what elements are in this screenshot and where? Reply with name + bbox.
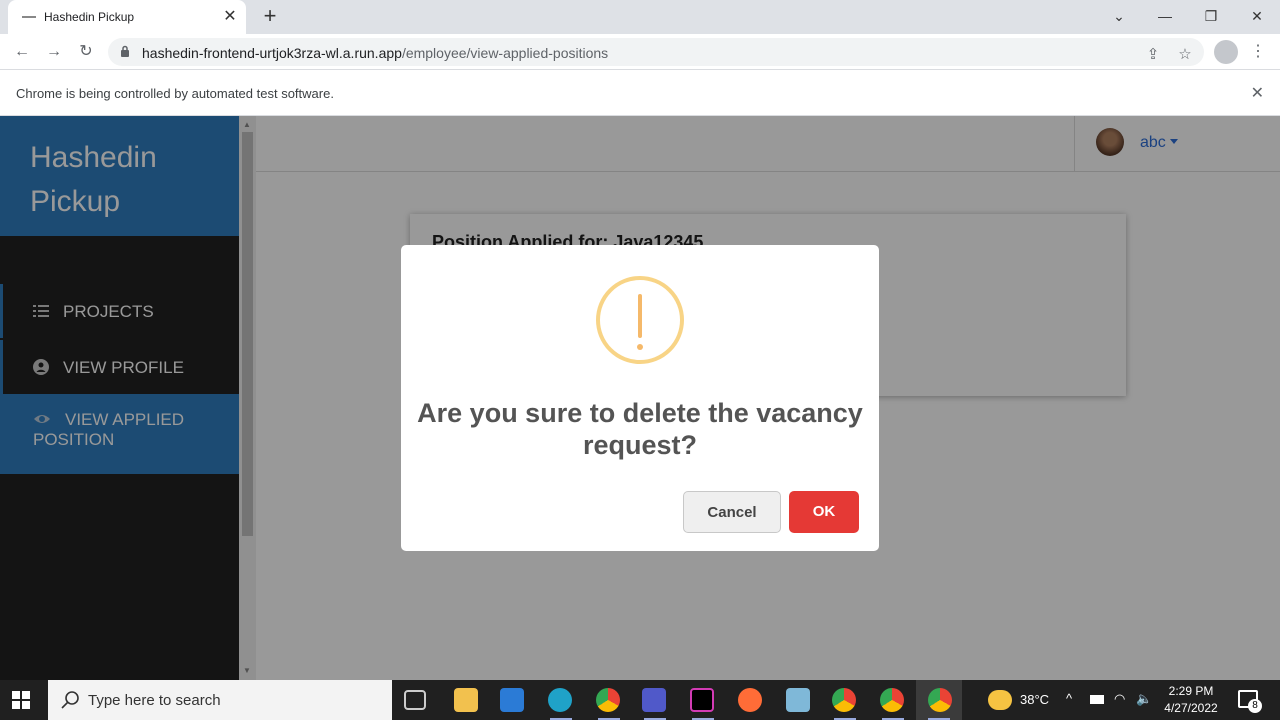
- volume-icon[interactable]: 🔈: [1136, 691, 1152, 707]
- windows-taskbar: Type here to search 38°C ^ ◠ 🔈 2:29 PM 4/…: [0, 680, 1280, 720]
- teams-icon[interactable]: [642, 688, 666, 712]
- profile-avatar-icon[interactable]: [1214, 40, 1238, 64]
- share-icon[interactable]: ⇪: [1142, 44, 1164, 66]
- infobar-close-icon[interactable]: ✕: [1251, 83, 1264, 103]
- chrome-menu-icon[interactable]: ⋮: [1250, 40, 1266, 64]
- ok-button[interactable]: OK: [789, 491, 859, 533]
- reload-button[interactable]: ↻: [74, 40, 98, 64]
- postman-icon[interactable]: [738, 688, 762, 712]
- dialog-question-line1: Are you sure to delete the vacancy: [417, 398, 863, 428]
- new-tab-button[interactable]: +: [258, 4, 282, 28]
- tray-chevron-icon[interactable]: ^: [1066, 691, 1072, 706]
- tab-title: Hashedin Pickup: [44, 10, 135, 24]
- browser-tab-strip: Hashedin Pickup ✕ + ⌄ — ❐ ✕: [0, 0, 1280, 34]
- microsoft-store-icon[interactable]: [500, 688, 524, 712]
- search-placeholder: Type here to search: [88, 692, 221, 709]
- clock-date: 4/27/2022: [1164, 701, 1218, 715]
- address-bar[interactable]: hashedin-frontend-urtjok3rza-wl.a.run.ap…: [108, 38, 1204, 66]
- cancel-button[interactable]: Cancel: [683, 491, 781, 533]
- chrome-icon[interactable]: [880, 688, 904, 712]
- dialog-question: Are you sure to delete the vacancy reques…: [411, 397, 869, 461]
- chrome-icon[interactable]: [928, 688, 952, 712]
- bookmark-star-icon[interactable]: ☆: [1174, 44, 1196, 66]
- tab-favicon-icon: [22, 16, 36, 18]
- infobar-message: Chrome is being controlled by automated …: [16, 86, 334, 101]
- weather-icon[interactable]: [988, 690, 1012, 710]
- tab-search-icon[interactable]: ⌄: [1104, 2, 1134, 30]
- clock-time: 2:29 PM: [1168, 684, 1214, 698]
- search-icon: [61, 691, 79, 709]
- chrome-icon[interactable]: [596, 688, 620, 712]
- minimize-button[interactable]: —: [1150, 2, 1180, 30]
- browser-toolbar: ← → ↻ hashedin-frontend-urtjok3rza-wl.a.…: [0, 34, 1280, 70]
- taskbar-clock[interactable]: 2:29 PM 4/27/2022: [1158, 683, 1224, 717]
- forward-button[interactable]: →: [42, 40, 66, 64]
- back-button[interactable]: ←: [10, 40, 34, 64]
- restore-button[interactable]: ❐: [1196, 2, 1226, 30]
- battery-icon[interactable]: [1090, 695, 1104, 704]
- warning-icon: [596, 276, 684, 364]
- automation-infobar: Chrome is being controlled by automated …: [0, 71, 1280, 116]
- weather-temperature[interactable]: 38°C: [1020, 692, 1049, 707]
- dialog-question-line2: request?: [582, 430, 698, 460]
- wifi-icon[interactable]: ◠: [1114, 691, 1125, 707]
- window-close-button[interactable]: ✕: [1242, 2, 1272, 30]
- intellij-icon[interactable]: [690, 688, 714, 712]
- url-host: hashedin-frontend-urtjok3rza-wl.a.run.ap…: [142, 45, 402, 61]
- browser-tab[interactable]: Hashedin Pickup ✕: [8, 0, 246, 34]
- tab-close-icon[interactable]: ✕: [220, 7, 240, 27]
- task-view-icon[interactable]: [404, 690, 426, 710]
- edge-icon[interactable]: [548, 688, 572, 712]
- taskbar-search-box[interactable]: Type here to search: [48, 680, 392, 720]
- lock-icon: [121, 45, 129, 57]
- notepad-icon[interactable]: [786, 688, 810, 712]
- windows-start-icon[interactable]: [12, 691, 30, 709]
- confirm-delete-dialog: Are you sure to delete the vacancy reques…: [401, 245, 879, 551]
- chrome-icon[interactable]: [832, 688, 856, 712]
- url-text: hashedin-frontend-urtjok3rza-wl.a.run.ap…: [142, 45, 608, 61]
- file-explorer-icon[interactable]: [454, 688, 478, 712]
- url-path: /employee/view-applied-positions: [401, 45, 609, 61]
- notification-count-badge: 8: [1248, 699, 1262, 713]
